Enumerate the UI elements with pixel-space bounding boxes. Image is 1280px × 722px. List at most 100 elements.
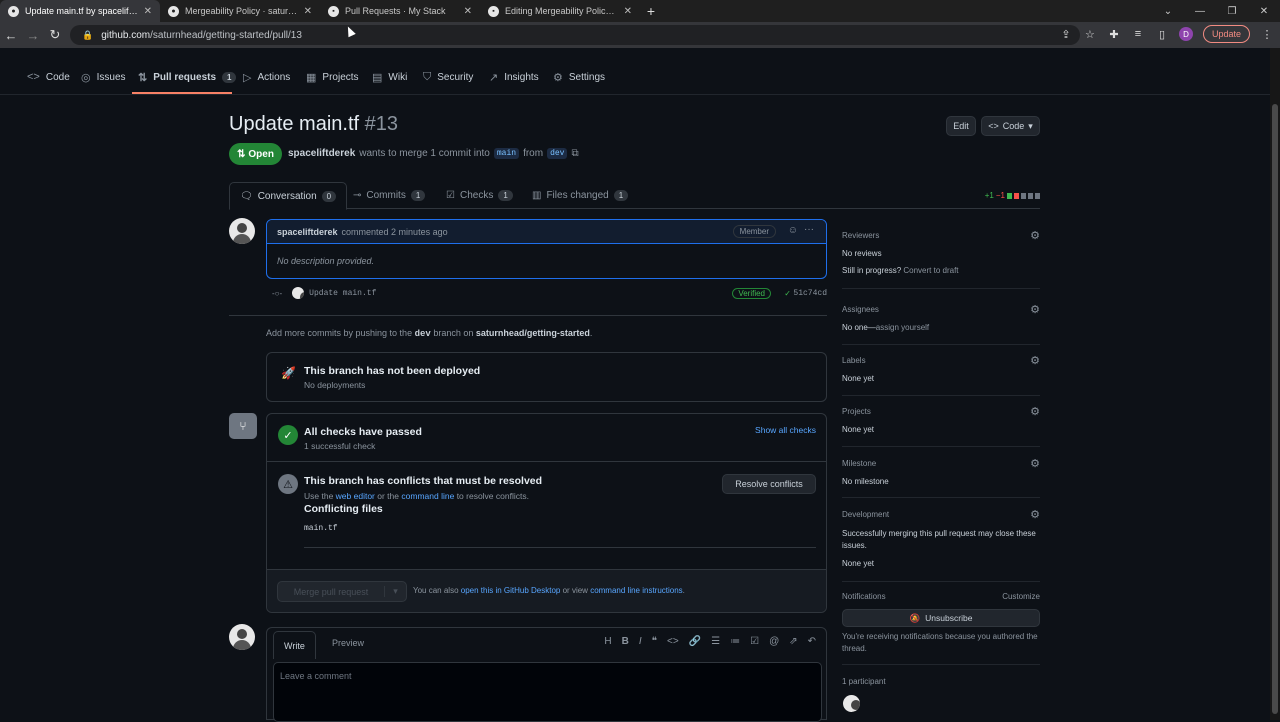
close-window-icon[interactable]: ✕ xyxy=(1248,0,1280,22)
restore-icon[interactable]: ❐ xyxy=(1216,0,1248,22)
gear-icon[interactable]: ⚙ xyxy=(1030,354,1040,367)
markdown-toolbar: H B I ❝ <> 🔗 ☰ ≔ ☑ @ ⇗ ↶ xyxy=(604,636,816,647)
sidebar-milestone[interactable]: Milestone ⚙ No milestone xyxy=(842,457,1040,486)
close-icon[interactable]: ✕ xyxy=(464,6,472,17)
head-branch[interactable]: dev xyxy=(547,148,568,159)
customize-notifications-link[interactable]: Customize xyxy=(1002,592,1040,601)
browser-update-button[interactable]: Update xyxy=(1202,25,1250,43)
command-line-link[interactable]: command line xyxy=(401,491,454,501)
close-icon[interactable]: ✕ xyxy=(304,6,312,17)
tab-write[interactable]: Write xyxy=(273,631,316,659)
web-editor-link[interactable]: web editor xyxy=(336,491,375,501)
code-icon[interactable]: <> xyxy=(667,636,679,647)
bold-icon[interactable]: B xyxy=(622,636,629,647)
resolve-conflicts-button[interactable]: Resolve conflicts xyxy=(722,474,816,494)
repo-nav-wiki[interactable]: ▤ Wiki xyxy=(372,67,407,87)
commit-sha-link[interactable]: 51c74cd xyxy=(793,289,827,298)
cross-reference-icon[interactable]: ⇗ xyxy=(789,636,797,647)
avatar[interactable] xyxy=(229,218,255,244)
avatar[interactable] xyxy=(229,624,255,650)
repo-nav-code[interactable]: <> Code xyxy=(27,67,70,87)
sidebar-assignees[interactable]: Assignees ⚙ No one—assign yourself xyxy=(842,303,1040,332)
browser-tab-2[interactable]: ● Mergeability Policy · saturnhead ✕ xyxy=(160,0,320,22)
comment-textarea[interactable]: Leave a comment xyxy=(273,662,822,722)
hint-repo[interactable]: saturnhead/getting-started xyxy=(476,328,590,338)
italic-icon[interactable]: I xyxy=(639,636,642,647)
sidebar-value: No milestone xyxy=(842,477,889,486)
github-desktop-link[interactable]: open this in GitHub Desktop xyxy=(461,586,561,595)
forward-icon[interactable]: → xyxy=(22,22,44,48)
browser-tab-1[interactable]: ● Update main.tf by spaceliftderek ✕ xyxy=(0,0,160,22)
browser-tab-3[interactable]: ▪ Pull Requests · My Stack ✕ xyxy=(320,0,480,22)
tab-preview[interactable]: Preview xyxy=(332,628,364,658)
repo-nav-actions[interactable]: ▷ Actions xyxy=(243,67,290,87)
tab-commits[interactable]: ⊸ Commits 1 xyxy=(353,182,426,209)
base-branch[interactable]: main xyxy=(493,148,520,159)
chevron-down-icon[interactable]: ▾ xyxy=(384,586,406,597)
reply-icon[interactable]: ↶ xyxy=(808,636,816,647)
share-icon[interactable]: ⇪ xyxy=(1059,27,1073,41)
side-panel-icon[interactable]: ▯ xyxy=(1155,27,1169,41)
scrollbar-thumb[interactable] xyxy=(1272,104,1278,714)
cli-instructions-link[interactable]: command line instructions xyxy=(590,586,682,595)
smiley-icon[interactable]: ☺ xyxy=(788,225,798,236)
sidebar-value: Still in progress? xyxy=(842,266,902,275)
repo-nav-insights[interactable]: ↗ Insights xyxy=(489,67,539,87)
gear-icon[interactable]: ⚙ xyxy=(1030,303,1040,316)
sidebar-projects[interactable]: Projects ⚙ None yet xyxy=(842,405,1040,434)
reload-icon[interactable]: ↻ xyxy=(44,22,66,48)
repo-nav-issues[interactable]: ◎ Issues xyxy=(81,67,126,87)
mention-icon[interactable]: @ xyxy=(769,636,779,647)
back-icon[interactable]: ← xyxy=(0,22,22,48)
merge-pull-request-button[interactable]: Merge pull request ▾ xyxy=(277,581,407,602)
repo-nav-projects[interactable]: ▦ Projects xyxy=(306,67,359,87)
show-all-checks-link[interactable]: Show all checks xyxy=(755,425,816,435)
unordered-list-icon[interactable]: ☰ xyxy=(711,636,720,647)
media-icon[interactable]: ≡ xyxy=(1131,27,1145,41)
unsubscribe-button[interactable]: 🔕 Unsubscribe xyxy=(842,609,1040,627)
gear-icon[interactable]: ⚙ xyxy=(1030,405,1040,418)
copy-icon[interactable]: ⧉ xyxy=(571,148,578,159)
comment-author-link[interactable]: spaceliftderek xyxy=(277,227,338,237)
commit-message-link[interactable]: Update main.tf xyxy=(309,289,376,298)
sidebar-development[interactable]: Development ⚙ Successfully merging this … xyxy=(842,508,1040,568)
tab-files-changed[interactable]: ▥ Files changed 1 xyxy=(532,182,629,209)
tab-checks[interactable]: ☑ Checks 1 xyxy=(446,182,513,209)
code-dropdown-button[interactable]: <> Code ▾ xyxy=(981,116,1040,136)
new-tab-icon[interactable]: + xyxy=(640,0,662,22)
participant-avatar[interactable] xyxy=(843,695,860,712)
repo-nav-settings[interactable]: ⚙ Settings xyxy=(553,67,605,87)
repo-nav-security[interactable]: ⛉ Security xyxy=(423,67,473,87)
assign-yourself-link[interactable]: assign yourself xyxy=(876,323,929,332)
page-scrollbar[interactable] xyxy=(1270,48,1280,720)
profile-avatar[interactable]: D xyxy=(1178,27,1193,41)
link-icon[interactable]: 🔗 xyxy=(689,636,701,647)
avatar[interactable] xyxy=(292,287,305,299)
address-bar[interactable]: 🔒 github.com /saturnhead/getting-started… xyxy=(70,25,1080,45)
minimize-icon[interactable]: — xyxy=(1184,0,1216,22)
edit-title-button[interactable]: Edit xyxy=(946,116,976,136)
browser-tab-4[interactable]: ▪ Editing Mergeability Policy · satu ✕ xyxy=(480,0,640,22)
diffstat-block xyxy=(1021,192,1026,199)
convert-to-draft-link[interactable]: Convert to draft xyxy=(903,266,958,275)
verified-badge[interactable]: Verified xyxy=(732,287,771,299)
sidebar-reviewers[interactable]: Reviewers ⚙ No reviews Still in progress… xyxy=(842,229,1040,275)
close-icon[interactable]: ✕ xyxy=(624,6,632,17)
task-list-icon[interactable]: ☑ xyxy=(750,636,759,647)
gear-icon[interactable]: ⚙ xyxy=(1030,508,1040,521)
ordered-list-icon[interactable]: ≔ xyxy=(730,636,740,647)
tab-search-icon[interactable]: ⌄ xyxy=(1152,0,1184,22)
bookmark-star-icon[interactable]: ☆ xyxy=(1083,27,1097,41)
repo-nav-pull-requests[interactable]: ⇅ Pull requests 1 xyxy=(138,67,237,87)
close-icon[interactable]: ✕ xyxy=(144,6,152,17)
heading-icon[interactable]: H xyxy=(604,636,611,647)
pr-author-link[interactable]: spaceliftderek xyxy=(288,148,355,159)
extensions-icon[interactable]: ✚ xyxy=(1107,27,1121,41)
gear-icon[interactable]: ⚙ xyxy=(1030,229,1040,242)
tab-conversation[interactable]: 🗨 Conversation 0 xyxy=(229,182,348,210)
kebab-menu-icon[interactable]: ··· xyxy=(804,224,814,235)
more-vertical-icon[interactable]: ⋮ xyxy=(1260,27,1274,41)
quote-icon[interactable]: ❝ xyxy=(652,636,657,647)
sidebar-labels[interactable]: Labels ⚙ None yet xyxy=(842,354,1040,383)
gear-icon[interactable]: ⚙ xyxy=(1030,457,1040,470)
